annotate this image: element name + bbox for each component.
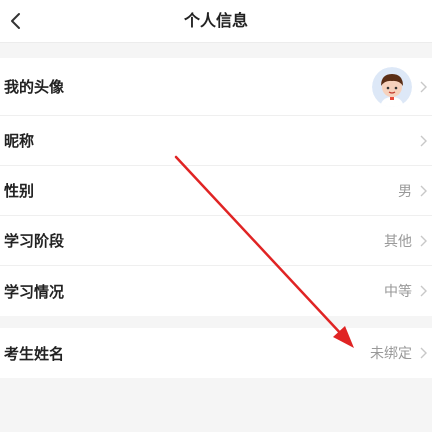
row-gender[interactable]: 性别 男 (0, 166, 432, 216)
exam-group: 考生姓名 未绑定 (0, 328, 432, 378)
row-nickname[interactable]: 昵称 (0, 116, 432, 166)
avatar[interactable] (372, 66, 412, 107)
top-bar: 个人信息 (0, 0, 432, 43)
row-study-level[interactable]: 学习情况 中等 (0, 266, 432, 316)
row-label: 我的头像 (4, 78, 65, 96)
chevron-right-icon (420, 235, 427, 246)
row-label: 考生姓名 (4, 344, 65, 363)
profile-group: 我的头像 昵称 性别 男 学习阶段 其他 学习情况 中等 (0, 58, 432, 316)
row-value: 其他 (384, 233, 412, 250)
row-label: 性别 (4, 182, 35, 200)
page-title: 个人信息 (183, 11, 248, 30)
row-label: 昵称 (4, 132, 35, 150)
row-value: 未绑定 (370, 346, 412, 362)
row-label: 学习情况 (4, 282, 65, 301)
chevron-right-icon (420, 135, 427, 146)
chevron-right-icon (420, 285, 427, 297)
row-study-stage[interactable]: 学习阶段 其他 (0, 216, 432, 266)
row-label: 学习阶段 (4, 232, 65, 250)
row-avatar[interactable]: 我的头像 (0, 58, 432, 116)
profile-page: 个人信息 我的头像 昵称 性别 男 学习阶段 其他 学习情况 中等 考生姓名 未… (0, 0, 432, 432)
chevron-right-icon (420, 185, 427, 196)
chevron-right-icon (420, 347, 427, 359)
row-value: 男 (398, 183, 412, 200)
row-candidate-name[interactable]: 考生姓名 未绑定 (0, 328, 432, 378)
chevron-right-icon (420, 81, 427, 92)
row-value: 中等 (384, 284, 412, 300)
